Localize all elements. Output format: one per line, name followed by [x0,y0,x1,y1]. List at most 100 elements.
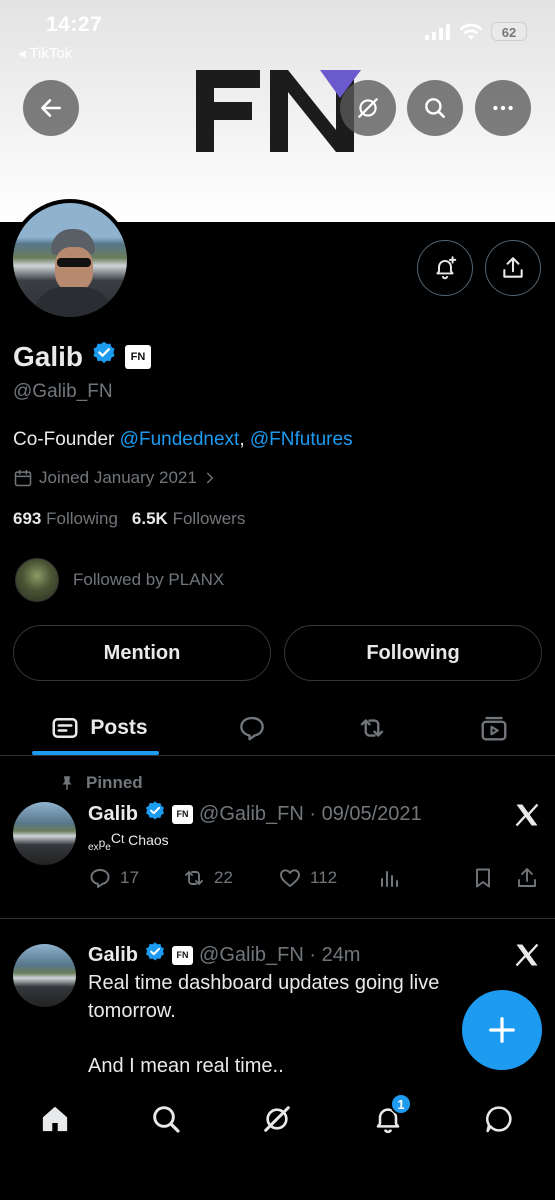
followers-label: Followers [172,509,246,528]
like-action[interactable]: 112 [278,866,337,890]
search-icon [425,98,445,118]
profile-handle: @Galib_FN [13,381,113,402]
follow-stats: 693 Following 6.5K Followers [13,509,245,529]
pinned-label: Pinned [86,773,143,792]
nav-home[interactable] [35,1099,75,1139]
views-action[interactable] [377,866,401,890]
message-icon [486,1106,512,1133]
grok-button[interactable] [340,80,396,136]
mention-button[interactable]: Mention [13,625,271,681]
active-tab-indicator [32,751,159,755]
share-icon [518,868,536,887]
reply-action[interactable]: 17 [88,866,139,890]
following-button[interactable]: Following [284,625,542,681]
plus-icon [489,1017,515,1043]
views-icon [381,871,398,887]
nav-notifications[interactable]: 1 [368,1093,412,1139]
search-button[interactable] [407,80,463,136]
tab-posts-label: Posts [90,716,148,739]
post-text-line: And I mean real time.. [88,1055,284,1077]
profile-bio: Co-Founder @Fundednext, @FNfutures [13,429,353,451]
wifi-icon [459,23,483,40]
post-text-line: Real time dashboard updates going live [88,972,440,994]
post-meta: @Galib_FN · 24m [199,943,361,966]
bio-link-fundednext[interactable]: @Fundednext [120,429,240,450]
home-icon [42,1106,68,1132]
post-avatar[interactable] [13,802,76,865]
search-icon [153,1106,180,1133]
bookmark-action[interactable] [471,866,495,890]
post-meta: @Galib_FN · 09/05/2021 [199,802,422,825]
affiliate-badge[interactable]: FN [125,344,152,369]
bio-link-fnfutures[interactable]: @FNfutures [250,429,353,450]
status-icons: 62 [425,22,527,41]
x-logo-icon [515,803,539,827]
following-count: 693 [13,509,42,528]
post-author-name[interactable]: Galib [88,944,138,967]
repost-count: 22 [214,868,233,887]
followed-by-row[interactable]: Followed by PLANX [15,558,224,602]
post-author-name[interactable]: Galib [88,803,138,826]
repost-action[interactable]: 22 [182,866,233,890]
bio-separator: , [239,429,250,450]
arrow-left-icon [41,99,61,117]
post-header: Galib FN @Galib_FN · 09/05/2021 [88,800,422,828]
pinned-label-row: Pinned [58,773,143,793]
affiliate-badge: FN [172,945,194,965]
post-actions: 17 22 112 [88,866,543,894]
post-text: expeCt Chaos [88,830,169,853]
tab-replies[interactable] [232,700,272,756]
tab-reposts[interactable] [352,700,392,756]
nav-messages[interactable] [479,1099,519,1139]
post-header: Galib FN @Galib_FN · 24m [88,941,360,969]
battery-indicator: 62 [491,22,527,41]
signal-icon [425,23,450,40]
follower-avatar [15,558,59,602]
status-bar: 14:27 ◂ TikTok 62 [0,0,555,70]
chaos-e: e [105,842,111,853]
post-avatar[interactable] [13,944,76,1007]
verified-badge-icon [144,800,166,828]
post-text-line: tomorrow. [88,1000,176,1022]
nav-search[interactable] [146,1099,186,1139]
joined-date: Joined January 2021 [39,468,197,487]
media-icon [481,716,507,741]
bio-text: Co-Founder [13,429,120,450]
profile-name-row: Galib FN [13,340,152,373]
more-button[interactable] [475,80,531,136]
tab-posts[interactable]: Posts [44,700,154,756]
verified-badge-icon [91,340,117,373]
nav-grok[interactable] [257,1099,297,1139]
following-stat[interactable]: 693 Following [13,509,118,529]
bookmark-icon [476,868,490,888]
share-button[interactable] [485,240,541,296]
reply-icon [90,869,110,888]
chaos-t: t [120,832,125,846]
verified-badge-icon [144,941,166,969]
profile-avatar[interactable] [9,199,131,321]
avatar-photo [13,203,127,317]
pin-icon [62,776,72,790]
compose-button[interactable] [462,990,542,1070]
affiliate-badge: FN [172,804,194,824]
joined-date-row[interactable]: Joined January 2021 [13,468,217,488]
profile-name: Galib [13,340,84,372]
tab-media[interactable] [474,700,514,756]
notify-button[interactable] [417,240,473,296]
grok-icon [264,1106,290,1132]
fn-logo [196,70,361,152]
calendar-icon [14,469,32,487]
repost-icon [360,719,384,737]
followers-count: 6.5K [131,509,168,528]
share-action[interactable] [515,866,539,890]
heart-icon [280,869,300,887]
back-button[interactable] [23,80,79,136]
notification-badge: 1 [390,1093,412,1115]
reply-count: 17 [120,868,139,887]
followers-stat[interactable]: 6.5K Followers [132,509,245,529]
like-count: 112 [310,868,338,887]
back-to-app-link[interactable]: ◂ TikTok [18,44,72,62]
chaos-ex: ex [88,842,99,853]
profile-tabs: Posts [0,700,555,756]
more-icon [493,105,513,111]
